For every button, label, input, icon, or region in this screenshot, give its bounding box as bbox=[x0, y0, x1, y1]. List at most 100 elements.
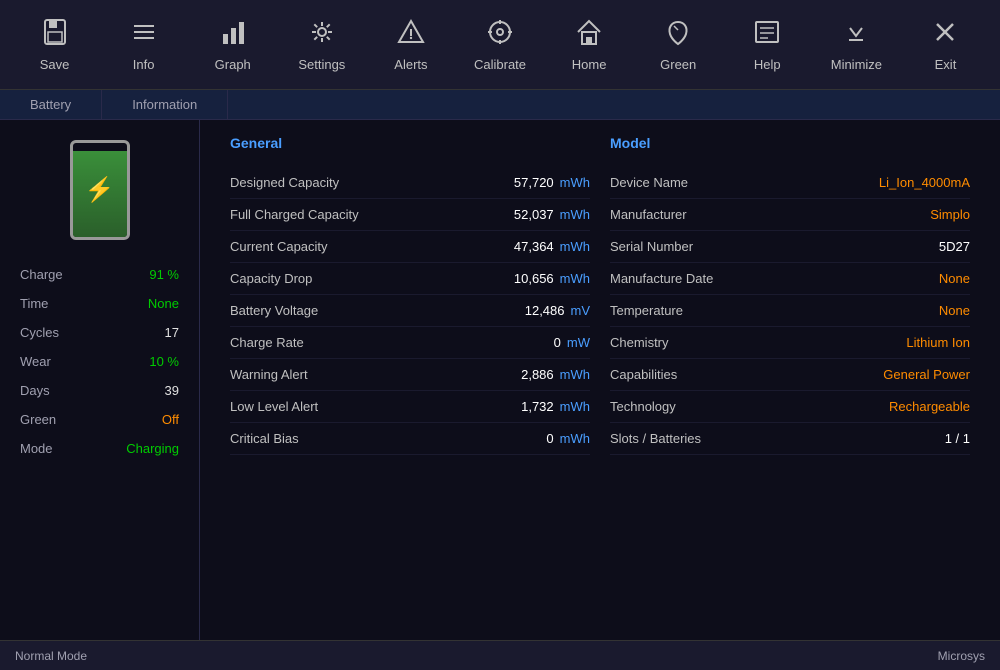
toolbar-label-minimize: Minimize bbox=[831, 57, 882, 72]
info-column-right: Model Device NameLi_Ion_4000mAManufactur… bbox=[600, 135, 980, 625]
info-row-label: Designed Capacity bbox=[230, 175, 339, 190]
info-row-label: Device Name bbox=[610, 175, 688, 190]
calibrate-icon bbox=[486, 18, 514, 51]
info-row-label: Serial Number bbox=[610, 239, 693, 254]
toolbar-btn-minimize[interactable]: Minimize bbox=[812, 5, 901, 85]
battery-icon: ⚡ bbox=[70, 140, 130, 240]
info-row-value: 12,486 mV bbox=[525, 303, 590, 318]
help-icon bbox=[753, 18, 781, 51]
info-row-value: General Power bbox=[883, 367, 970, 382]
info-row-full-charged-capacity: Full Charged Capacity52,037mWh bbox=[230, 199, 590, 231]
info-panel: General Designed Capacity57,720mWhFull C… bbox=[200, 120, 1000, 640]
toolbar: Save Info Graph Settings Alerts Calibrat… bbox=[0, 0, 1000, 90]
sidebar-label-days: Days bbox=[20, 383, 50, 398]
info-row-value: Li_Ion_4000mA bbox=[879, 175, 970, 190]
toolbar-btn-help[interactable]: Help bbox=[723, 5, 812, 85]
sidebar: ⚡ Charge91 %TimeNoneCycles17Wear10 %Days… bbox=[0, 120, 200, 640]
toolbar-btn-settings[interactable]: Settings bbox=[277, 5, 366, 85]
info-row-label: Current Capacity bbox=[230, 239, 328, 254]
info-row-manufacture-date: Manufacture Date None bbox=[610, 263, 970, 295]
toolbar-btn-graph[interactable]: Graph bbox=[188, 5, 277, 85]
info-row-value: 1,732 mWh bbox=[521, 399, 590, 414]
info-row-value: None bbox=[939, 303, 970, 318]
info-value-unit: mWh bbox=[560, 367, 590, 382]
toolbar-btn-info[interactable]: Info bbox=[99, 5, 188, 85]
alerts-icon bbox=[397, 18, 425, 51]
toolbar-label-settings: Settings bbox=[298, 57, 345, 72]
sidebar-label-cycles: Cycles bbox=[20, 325, 59, 340]
graph-icon bbox=[219, 18, 247, 51]
info-icon bbox=[130, 18, 158, 51]
breadcrumb-item-1: Information bbox=[102, 90, 228, 119]
info-row-value: 5D27 bbox=[939, 239, 970, 254]
info-value-number: 1,732 bbox=[521, 399, 554, 414]
info-row-value: 10,656mWh bbox=[514, 271, 590, 286]
info-row-manufacturer: Manufacturer Simplo bbox=[610, 199, 970, 231]
info-row-value: 2,886 mWh bbox=[521, 367, 590, 382]
sidebar-row-wear: Wear 10 % bbox=[0, 347, 199, 376]
info-value-unit: mV bbox=[571, 303, 591, 318]
sidebar-label-wear: Wear bbox=[20, 354, 51, 369]
info-row-critical-bias: Critical Bias0mWh bbox=[230, 423, 590, 455]
info-grid: General Designed Capacity57,720mWhFull C… bbox=[220, 135, 980, 625]
info-value-number: 2,886 bbox=[521, 367, 554, 382]
info-value-unit: mWh bbox=[560, 239, 590, 254]
toolbar-label-home: Home bbox=[572, 57, 607, 72]
status-left: Normal Mode bbox=[15, 649, 87, 663]
info-value-number: 52,037 bbox=[514, 207, 554, 222]
info-row-value: 52,037 mWh bbox=[514, 207, 590, 222]
info-row-slots-/-batteries: Slots / Batteries1 / 1 bbox=[610, 423, 970, 455]
sidebar-value-green: Off bbox=[162, 412, 179, 427]
info-row-value: 47,364 mWh bbox=[514, 239, 590, 254]
info-row-label: Low Level Alert bbox=[230, 399, 318, 414]
status-right: Microsys bbox=[938, 649, 985, 663]
sidebar-label-green: Green bbox=[20, 412, 56, 427]
toolbar-label-alerts: Alerts bbox=[394, 57, 427, 72]
info-row-current-capacity: Current Capacity 47,364 mWh bbox=[230, 231, 590, 263]
info-row-label: Chemistry bbox=[610, 335, 669, 350]
info-value-unit: mWh bbox=[560, 207, 590, 222]
toolbar-btn-green[interactable]: Green bbox=[634, 5, 723, 85]
toolbar-label-green: Green bbox=[660, 57, 696, 72]
info-row-charge-rate: Charge Rate0mW bbox=[230, 327, 590, 359]
sidebar-label-time: Time bbox=[20, 296, 48, 311]
settings-icon bbox=[308, 18, 336, 51]
info-row-label: Manufacturer bbox=[610, 207, 687, 222]
toolbar-btn-calibrate[interactable]: Calibrate bbox=[455, 5, 544, 85]
toolbar-btn-home[interactable]: Home bbox=[545, 5, 634, 85]
info-row-capacity-drop: Capacity Drop10,656mWh bbox=[230, 263, 590, 295]
info-row-label: Manufacture Date bbox=[610, 271, 713, 286]
toolbar-label-calibrate: Calibrate bbox=[474, 57, 526, 72]
info-row-label: Warning Alert bbox=[230, 367, 308, 382]
sidebar-value-days: 39 bbox=[165, 383, 179, 398]
info-row-low-level-alert: Low Level Alert 1,732 mWh bbox=[230, 391, 590, 423]
sidebar-row-cycles: Cycles17 bbox=[0, 318, 199, 347]
sidebar-row-time: TimeNone bbox=[0, 289, 199, 318]
battery-bolt: ⚡ bbox=[73, 176, 127, 205]
info-row-value: 1 / 1 bbox=[945, 431, 970, 446]
sidebar-row-days: Days 39 bbox=[0, 376, 199, 405]
info-row-technology: TechnologyRechargeable bbox=[610, 391, 970, 423]
info-row-value: Simplo bbox=[930, 207, 970, 222]
toolbar-label-help: Help bbox=[754, 57, 781, 72]
info-row-value: None bbox=[939, 271, 970, 286]
info-row-value: 0mW bbox=[554, 335, 590, 350]
exit-icon bbox=[931, 18, 959, 51]
info-value-number: 47,364 bbox=[514, 239, 554, 254]
info-value-unit: mWh bbox=[560, 431, 590, 446]
info-row-label: Capabilities bbox=[610, 367, 677, 382]
info-row-chemistry: ChemistryLithium Ion bbox=[610, 327, 970, 359]
info-row-serial-number: Serial Number 5D27 bbox=[610, 231, 970, 263]
toolbar-btn-save[interactable]: Save bbox=[10, 5, 99, 85]
info-value-unit: mWh bbox=[560, 399, 590, 414]
info-value-number: 10,656 bbox=[514, 271, 554, 286]
info-value-number: 12,486 bbox=[525, 303, 565, 318]
info-value-number: 0 bbox=[546, 431, 553, 446]
toolbar-btn-exit[interactable]: Exit bbox=[901, 5, 990, 85]
info-row-value: 0 mWh bbox=[546, 431, 590, 446]
toolbar-btn-alerts[interactable]: Alerts bbox=[366, 5, 455, 85]
info-row-warning-alert: Warning Alert 2,886 mWh bbox=[230, 359, 590, 391]
minimize-icon bbox=[842, 18, 870, 51]
sidebar-value-wear: 10 % bbox=[149, 354, 179, 369]
statusbar: Normal Mode Microsys bbox=[0, 640, 1000, 670]
